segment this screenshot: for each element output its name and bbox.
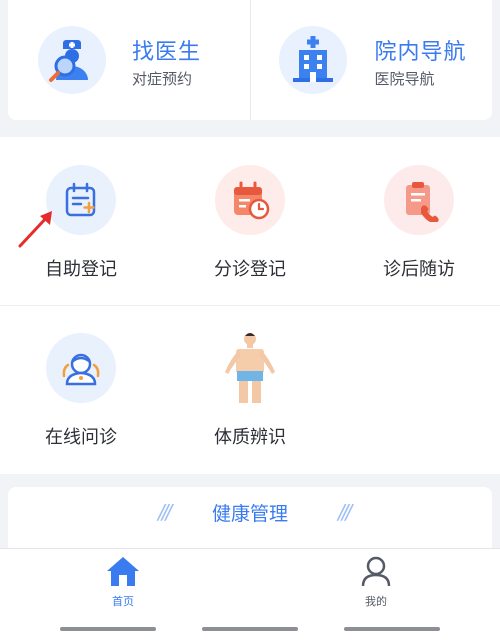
service-label: 自助登记 xyxy=(45,259,117,280)
tab-home[interactable]: 首页 xyxy=(83,555,163,609)
hospital-navigation-subtitle: 医院导航 xyxy=(374,70,435,88)
profile-icon xyxy=(361,556,391,587)
followup-phone-icon xyxy=(384,165,454,235)
find-doctor-subtitle: 对症预约 xyxy=(132,70,193,88)
tab-profile-label: 我的 xyxy=(365,595,387,608)
annotation-arrow-icon xyxy=(18,211,52,248)
system-nav-bar-right[interactable] xyxy=(344,627,440,631)
home-icon xyxy=(107,557,139,586)
doctor-search-icon xyxy=(38,26,106,94)
quick-access-card: 找医生 对症预约 院内导航 医院导航 xyxy=(8,0,492,120)
tab-profile[interactable]: 我的 xyxy=(336,555,416,609)
row-divider xyxy=(0,305,500,306)
service-label: 诊后随访 xyxy=(383,259,455,280)
system-nav-bar-center[interactable] xyxy=(202,627,298,631)
triage-calendar-icon xyxy=(215,165,285,235)
find-doctor-title: 找医生 xyxy=(132,40,202,65)
hospital-navigation-title: 院内导航 xyxy=(374,40,467,65)
services-grid: 自助登记 分诊登记 诊后随访 在线问诊 体质辨识 xyxy=(0,137,500,474)
hospital-building-icon xyxy=(278,26,347,94)
tab-home-label: 首页 xyxy=(112,595,134,608)
body-figure-icon xyxy=(215,333,285,403)
find-doctor-entry[interactable]: 找医生 对症预约 xyxy=(8,0,251,120)
service-online-consult[interactable]: 在线问诊 xyxy=(20,333,140,473)
service-triage-registration[interactable]: 分诊登记 xyxy=(189,165,309,305)
system-nav-bar-left[interactable] xyxy=(60,627,156,631)
health-management-card[interactable]: /// 健康管理 /// xyxy=(8,487,492,557)
online-consult-doctor-icon xyxy=(46,333,116,403)
service-followup[interactable]: 诊后随访 xyxy=(358,165,478,305)
service-label: 在线问诊 xyxy=(45,427,117,448)
hospital-navigation-entry[interactable]: 院内导航 医院导航 xyxy=(251,0,493,120)
service-constitution[interactable]: 体质辨识 xyxy=(189,333,309,473)
service-label: 体质辨识 xyxy=(214,427,286,448)
decorative-slash-right: /// xyxy=(338,500,352,524)
service-label: 分诊登记 xyxy=(214,259,286,280)
health-management-title: 健康管理 xyxy=(211,503,288,525)
